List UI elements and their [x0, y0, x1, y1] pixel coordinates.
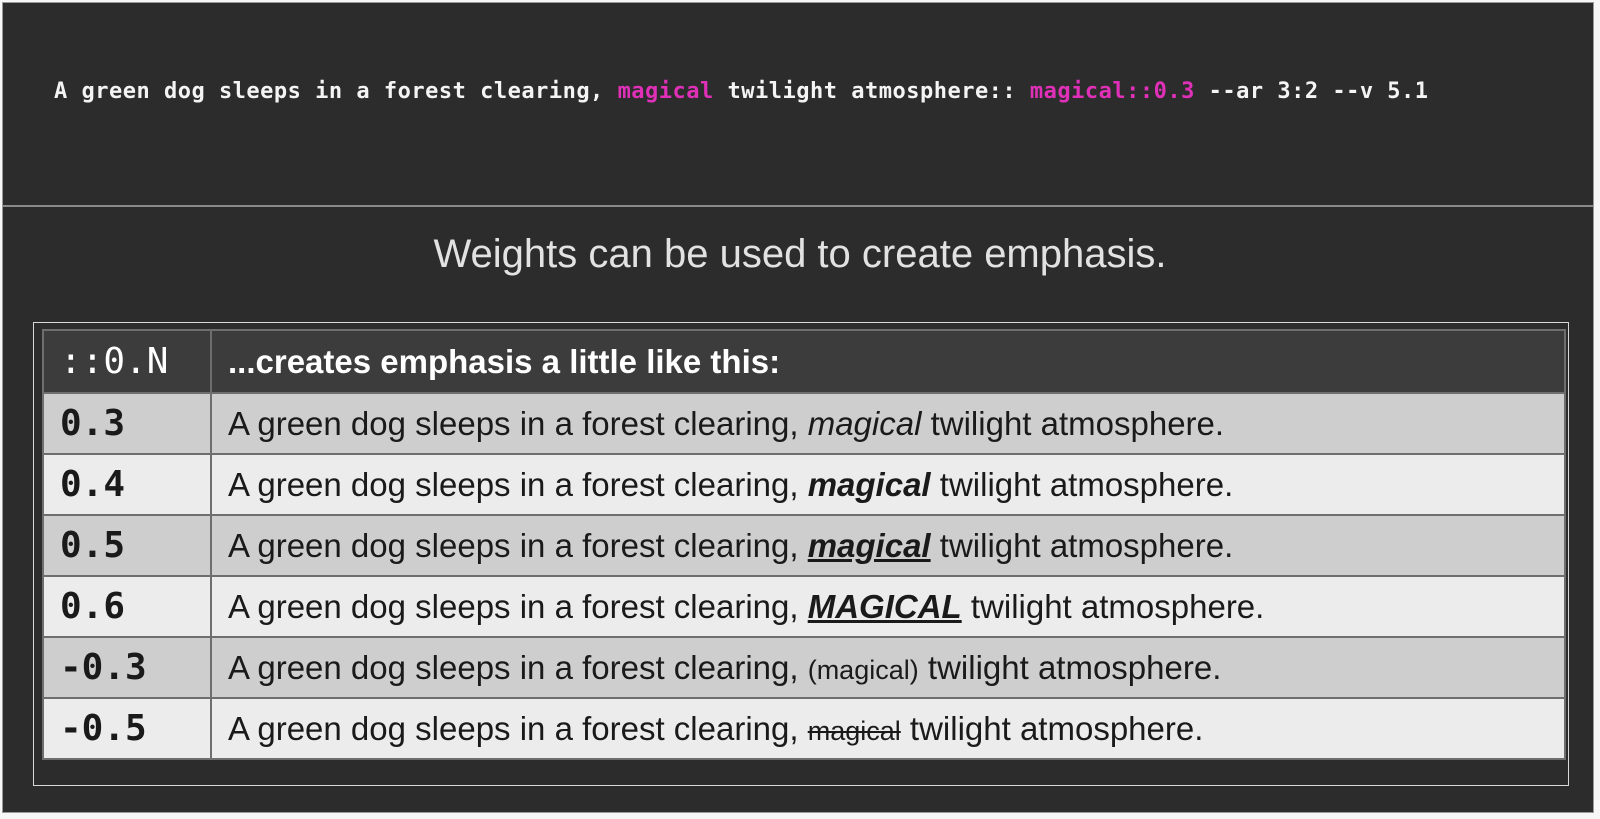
- header-description: ...creates emphasis a little like this:: [210, 329, 1566, 394]
- example-after: twilight atmosphere.: [918, 648, 1222, 686]
- example-before: A green dog sleeps in a forest clearing,: [228, 526, 808, 564]
- weight-cell: 0.6: [42, 575, 212, 638]
- table-header-row: ::0.N ...creates emphasis a little like …: [42, 329, 1566, 394]
- emphasis-word-bold-italic: magical: [807, 465, 931, 503]
- prompt-part-1: A green dog sleeps in a forest clearing,: [54, 79, 618, 104]
- example-before: A green dog sleeps in a forest clearing,: [228, 587, 808, 625]
- header-weight: ::0.N: [42, 329, 212, 394]
- example-after: twilight atmosphere.: [961, 587, 1265, 625]
- example-cell: A green dog sleeps in a forest clearing,…: [210, 636, 1566, 699]
- prompt-part-3: --ar 3:2 --v 5.1: [1194, 79, 1429, 104]
- example-after: twilight atmosphere.: [900, 709, 1204, 747]
- example-cell: A green dog sleeps in a forest clearing,…: [210, 453, 1566, 516]
- example-cell: A green dog sleeps in a forest clearing,…: [210, 514, 1566, 577]
- weight-cell: 0.3: [42, 392, 212, 455]
- weight-cell: -0.5: [42, 697, 212, 760]
- weight-cell: 0.4: [42, 453, 212, 516]
- emphasis-table-frame: ::0.N ...creates emphasis a little like …: [33, 322, 1569, 786]
- example-before: A green dog sleeps in a forest clearing,: [228, 709, 808, 747]
- example-cell: A green dog sleeps in a forest clearing,…: [210, 575, 1566, 638]
- example-after: twilight atmosphere.: [930, 526, 1234, 564]
- table-row: 0.4 A green dog sleeps in a forest clear…: [42, 453, 1566, 516]
- example-before: A green dog sleeps in a forest clearing,: [228, 465, 808, 503]
- prompt-part-2: twilight atmosphere::: [713, 79, 1030, 104]
- prompt-panel: A green dog sleeps in a forest clearing,…: [3, 3, 1593, 207]
- example-cell: A green dog sleeps in a forest clearing,…: [210, 392, 1566, 455]
- table-row: -0.3 A green dog sleeps in a forest clea…: [42, 636, 1566, 699]
- example-after: twilight atmosphere.: [930, 465, 1234, 503]
- weight-cell: 0.5: [42, 514, 212, 577]
- prompt-highlight-weight: magical::0.3: [1029, 79, 1195, 104]
- emphasis-word-uppercase: MAGICAL: [807, 587, 962, 625]
- table-row: 0.5 A green dog sleeps in a forest clear…: [42, 514, 1566, 577]
- emphasis-word-strikethrough: magical: [807, 715, 901, 746]
- example-before: A green dog sleeps in a forest clearing,: [228, 648, 808, 686]
- table-row: 0.6 A green dog sleeps in a forest clear…: [42, 575, 1566, 638]
- emphasis-word-parenthesized: (magical): [807, 654, 919, 685]
- table-row: -0.5 A green dog sleeps in a forest clea…: [42, 697, 1566, 760]
- prompt-text: A green dog sleeps in a forest clearing,…: [54, 79, 1429, 104]
- example-after: twilight atmosphere.: [921, 404, 1225, 442]
- weight-cell: -0.3: [42, 636, 212, 699]
- example-cell: A green dog sleeps in a forest clearing,…: [210, 697, 1566, 760]
- page-title: Weights can be used to create emphasis.: [433, 232, 1167, 276]
- emphasis-word-bold-italic-underline: magical: [807, 526, 931, 564]
- emphasis-table: ::0.N ...creates emphasis a little like …: [42, 329, 1566, 760]
- emphasis-word-italic: magical: [807, 404, 922, 442]
- table-row: 0.3 A green dog sleeps in a forest clear…: [42, 392, 1566, 455]
- example-before: A green dog sleeps in a forest clearing,: [228, 404, 808, 442]
- prompt-highlight-magical: magical: [617, 79, 714, 104]
